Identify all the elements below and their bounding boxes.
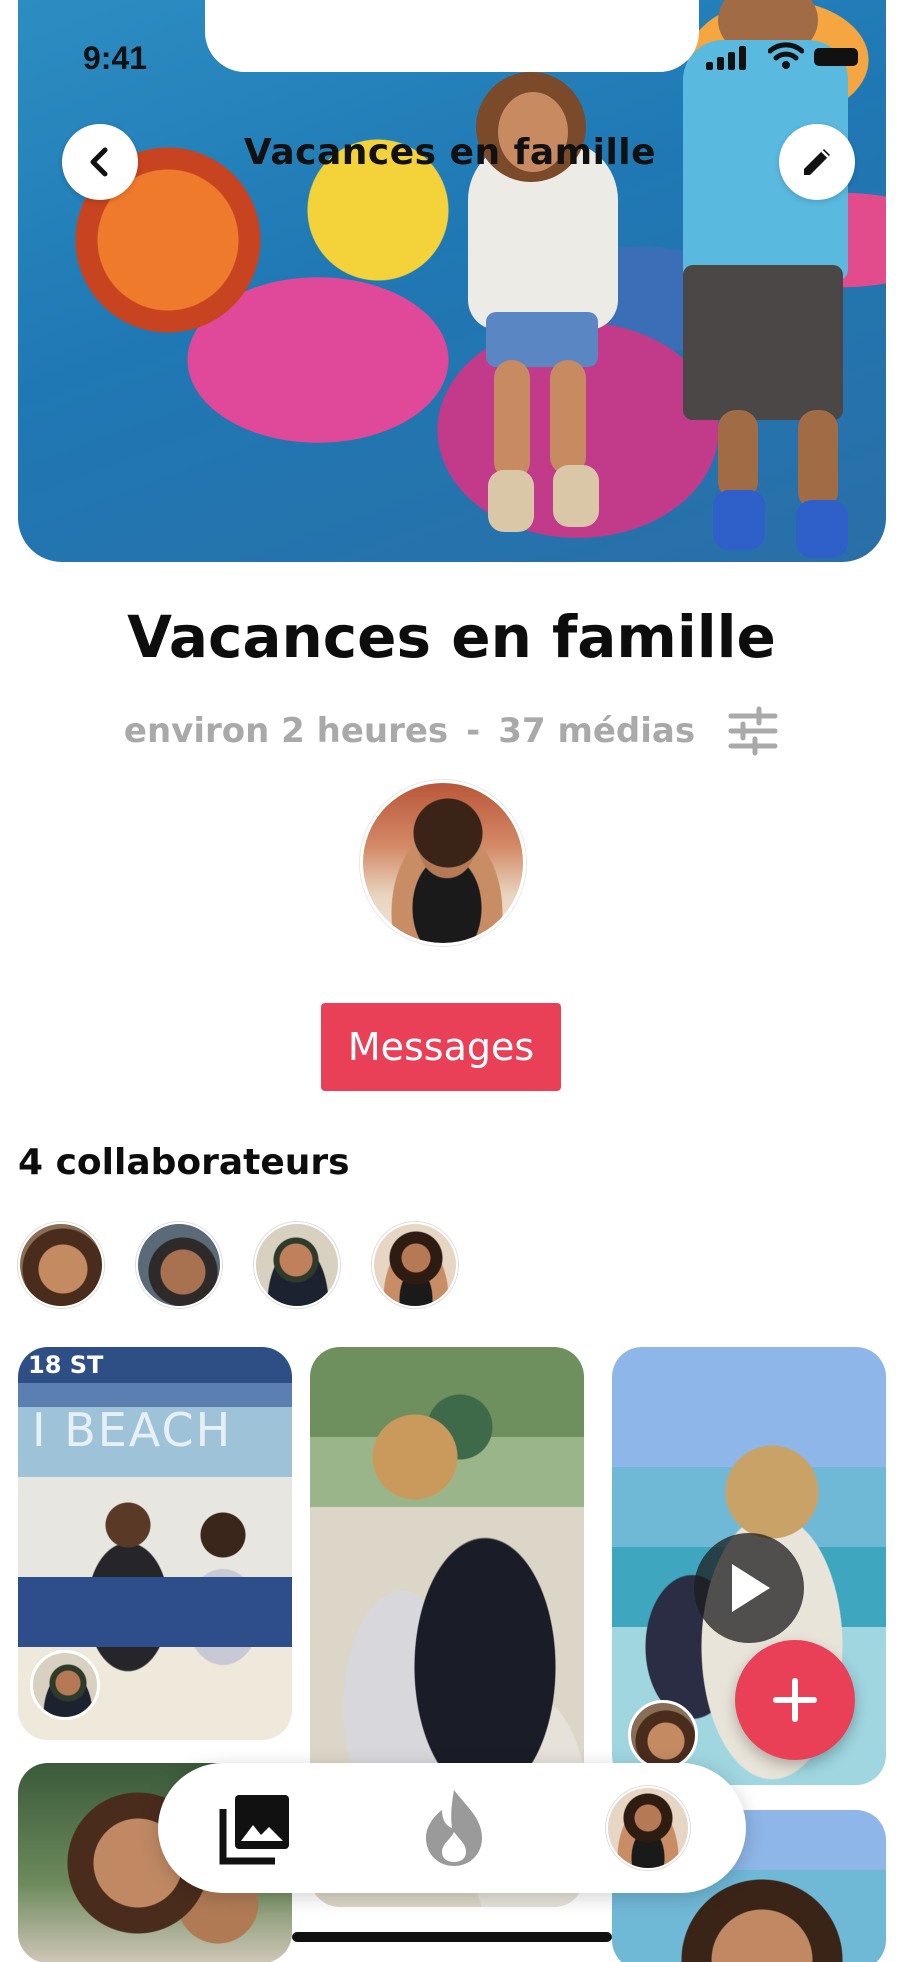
sliders-icon[interactable] bbox=[727, 706, 779, 756]
header-title: Vacances en famille bbox=[243, 132, 657, 173]
status-time: 9:41 bbox=[83, 40, 148, 76]
pencil-icon bbox=[804, 149, 830, 175]
bottom-nav bbox=[158, 1763, 746, 1893]
status-icons bbox=[706, 42, 866, 70]
collaborator-avatar[interactable] bbox=[136, 1222, 222, 1308]
profile-avatar bbox=[608, 1788, 688, 1868]
play-button[interactable] bbox=[694, 1533, 804, 1643]
messages-button[interactable]: Messages bbox=[321, 1003, 561, 1091]
gallery-icon bbox=[219, 1795, 289, 1865]
album-cover-image bbox=[18, 0, 886, 562]
album-meta: environ 2 heures - 37 médias bbox=[0, 706, 903, 756]
collaborator-avatar[interactable] bbox=[372, 1222, 458, 1308]
add-media-button[interactable] bbox=[735, 1640, 855, 1760]
collaborators-list bbox=[18, 1222, 458, 1308]
meta-separator: - bbox=[466, 711, 481, 751]
uploader-avatar bbox=[30, 1650, 100, 1720]
collaborator-avatar[interactable] bbox=[254, 1222, 340, 1308]
nav-gallery[interactable] bbox=[216, 1788, 296, 1868]
back-button[interactable] bbox=[62, 124, 138, 200]
album-duration: environ 2 heures bbox=[123, 711, 449, 751]
collaborators-title: 4 collaborateurs bbox=[18, 1142, 350, 1183]
play-icon bbox=[732, 1564, 770, 1612]
device-notch bbox=[205, 0, 699, 72]
home-indicator bbox=[292, 1932, 612, 1942]
nav-profile[interactable] bbox=[608, 1788, 688, 1868]
collaborator-avatar[interactable] bbox=[18, 1222, 104, 1308]
flame-icon bbox=[426, 1790, 482, 1866]
battery-icon bbox=[814, 48, 858, 66]
owner-avatar[interactable] bbox=[360, 780, 526, 946]
nav-highlights[interactable] bbox=[414, 1788, 494, 1868]
photo-banner-text: I BEACH bbox=[32, 1403, 233, 1457]
plus-icon bbox=[773, 1678, 817, 1722]
edit-button[interactable] bbox=[779, 124, 855, 200]
album-media-count: 37 médias bbox=[498, 711, 696, 751]
photo-tile[interactable]: 18 ST I BEACH bbox=[18, 1347, 292, 1740]
wifi-icon bbox=[768, 42, 804, 69]
uploader-avatar bbox=[628, 1700, 698, 1770]
album-title: Vacances en famille bbox=[127, 603, 776, 671]
photo-sign-text: 18 ST bbox=[28, 1351, 104, 1379]
signal-icon bbox=[706, 62, 713, 70]
chevron-left-icon bbox=[90, 147, 108, 177]
